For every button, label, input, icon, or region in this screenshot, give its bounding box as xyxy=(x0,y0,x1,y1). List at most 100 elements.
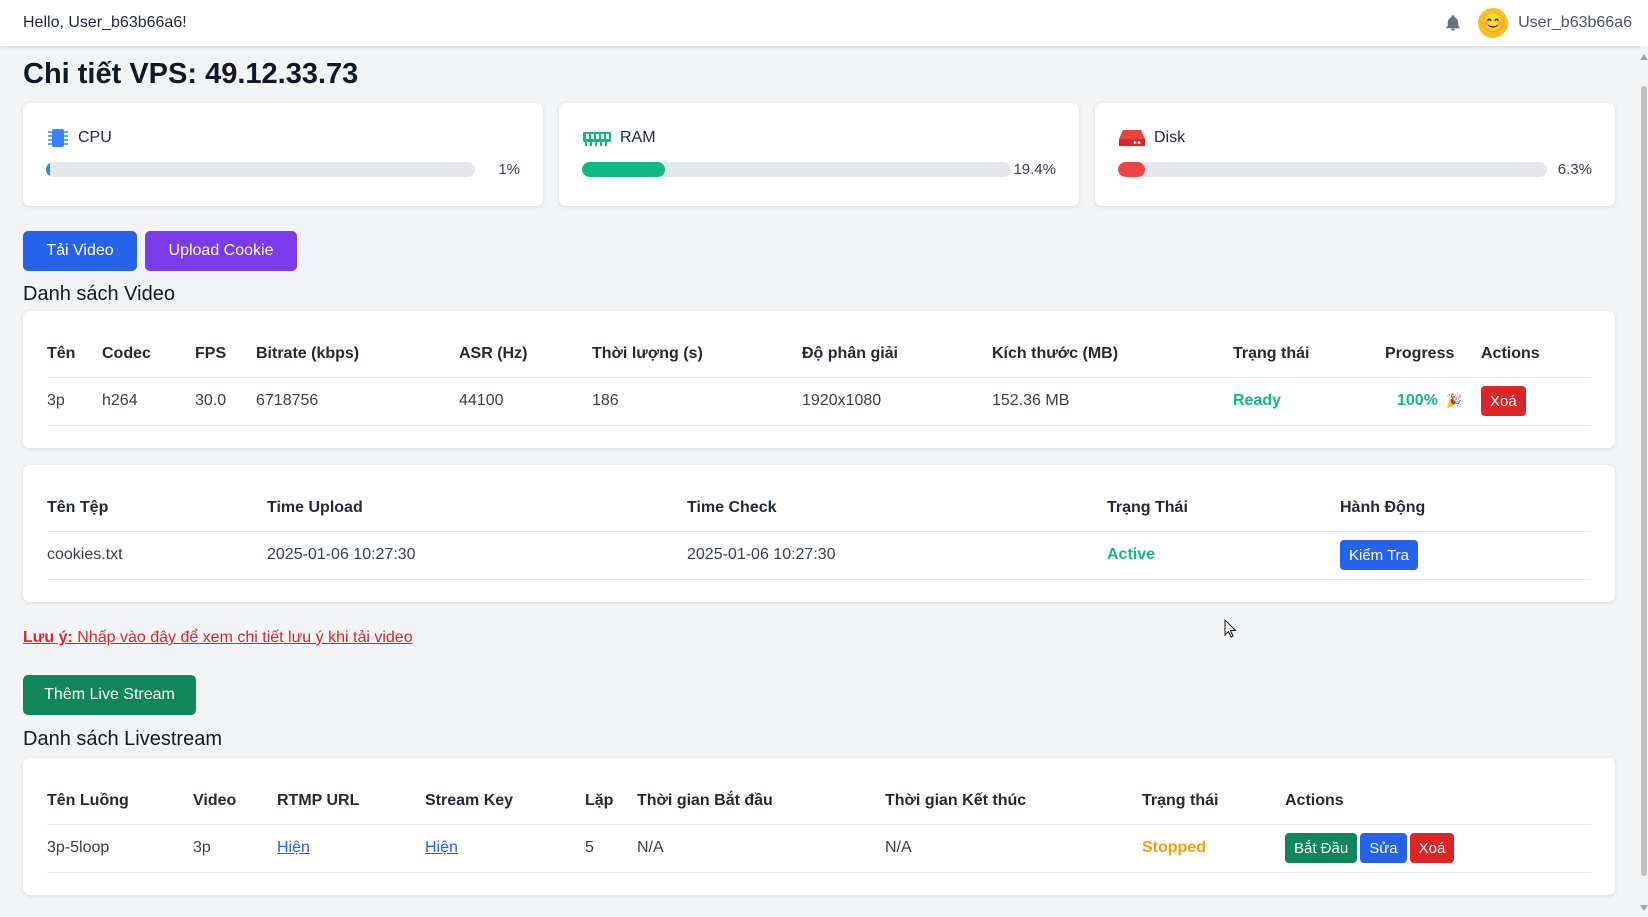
stream-rtmp: Hiện xyxy=(277,824,425,873)
progress-value: 100% xyxy=(1397,392,1438,409)
video-actions: Xoá xyxy=(1481,377,1591,426)
upload-cookie-button[interactable]: Upload Cookie xyxy=(145,231,297,271)
col-stream-video: Video xyxy=(193,779,277,825)
cookie-status-badge: Active xyxy=(1107,531,1340,580)
video-asr: 44100 xyxy=(459,377,592,426)
disk-progress-bar xyxy=(1118,162,1547,177)
stream-actions: Bắt Đầu Sửa Xoá xyxy=(1285,824,1591,873)
top-navbar: Hello, User_b63b66a6! 😊 User_b63b66a6 xyxy=(0,0,1648,46)
ram-progress-bar xyxy=(582,162,1011,177)
video-codec: h264 xyxy=(102,377,195,426)
col-status: Trạng thái xyxy=(1233,332,1385,378)
cookie-actions: Kiểm Tra xyxy=(1340,531,1591,580)
col-cookie-status: Trạng Thái xyxy=(1107,486,1340,532)
cookie-file: cookies.txt xyxy=(47,531,267,580)
stream-key: Hiện xyxy=(425,824,585,873)
note-link[interactable]: Lưu ý: Nhấp vào đây để xem chi tiết lưu … xyxy=(23,629,413,647)
col-name: Tên xyxy=(47,332,102,378)
disk-label: Disk xyxy=(1154,129,1186,146)
col-end-time: Thời gian Kết thúc xyxy=(885,779,1142,825)
download-video-button[interactable]: Tải Video xyxy=(23,231,137,271)
delete-video-button[interactable]: Xoá xyxy=(1481,386,1526,416)
stream-start: N/A xyxy=(637,824,885,873)
video-name: 3p xyxy=(47,377,102,426)
disk-progress-fill xyxy=(1118,162,1146,177)
video-progress: 100% 🎉 xyxy=(1385,377,1481,426)
video-table-header: Tên Codec FPS Bitrate (kbps) ASR (Hz) Th… xyxy=(47,332,1591,378)
col-stream-actions: Actions xyxy=(1285,779,1591,825)
video-list-title: Danh sách Video xyxy=(23,283,175,305)
delete-stream-button[interactable]: Xoá xyxy=(1409,833,1455,863)
stream-end: N/A xyxy=(885,824,1142,873)
col-duration: Thời lượng (s) xyxy=(592,332,802,378)
col-time-upload: Time Upload xyxy=(267,486,687,532)
video-fps: 30.0 xyxy=(195,377,256,426)
cookie-time-check: 2025-01-06 10:27:30 xyxy=(687,531,1107,580)
cpu-progress-fill xyxy=(46,162,51,177)
note-text: Nhấp vào đây để xem chi tiết lưu ý khi t… xyxy=(72,629,413,646)
col-stream-status: Trạng thái xyxy=(1142,779,1285,825)
video-duration: 186 xyxy=(592,377,802,426)
ram-card: RAM 19.4% xyxy=(559,103,1079,206)
cpu-icon xyxy=(48,129,68,147)
col-loop: Lặp xyxy=(585,779,637,825)
page-scrollbar[interactable] xyxy=(1640,46,1648,917)
table-row: cookies.txt 2025-01-06 10:27:30 2025-01-… xyxy=(47,531,1591,580)
ram-label: RAM xyxy=(620,129,656,146)
video-bitrate: 6718756 xyxy=(256,377,459,426)
page-title: Chi tiết VPS: 49.12.33.73 xyxy=(23,58,359,90)
scroll-up-arrow-icon[interactable] xyxy=(1640,54,1648,60)
user-area: 😊 User_b63b66a6 xyxy=(1444,8,1632,38)
video-table: Tên Codec FPS Bitrate (kbps) ASR (Hz) Th… xyxy=(47,332,1591,426)
stream-video: 3p xyxy=(193,824,277,873)
table-row: 3p h264 30.0 6718756 44100 186 1920x1080… xyxy=(47,377,1591,426)
scrollbar-thumb[interactable] xyxy=(1641,86,1647,876)
col-rtmp-url: RTMP URL xyxy=(277,779,425,825)
video-status-badge: Ready xyxy=(1233,377,1385,426)
livestream-table-card: Tên Luồng Video RTMP URL Stream Key Lặp … xyxy=(23,758,1615,895)
username-label[interactable]: User_b63b66a6 xyxy=(1518,14,1632,32)
cpu-card: CPU 1% xyxy=(23,103,543,206)
col-actions: Actions xyxy=(1481,332,1591,378)
livestream-table-header: Tên Luồng Video RTMP URL Stream Key Lặp … xyxy=(47,779,1591,825)
check-cookie-button[interactable]: Kiểm Tra xyxy=(1340,540,1419,570)
greeting-text: Hello, User_b63b66a6! xyxy=(23,14,187,31)
memory-icon xyxy=(583,132,611,146)
add-livestream-button[interactable]: Thêm Live Stream xyxy=(23,675,196,715)
scroll-down-arrow-icon[interactable] xyxy=(1640,905,1648,911)
cpu-progress-bar xyxy=(46,162,475,177)
stream-loop: 5 xyxy=(585,824,637,873)
stream-name: 3p-5loop xyxy=(47,824,193,873)
bell-icon[interactable] xyxy=(1444,14,1462,32)
avatar[interactable]: 😊 xyxy=(1478,8,1509,38)
disk-card: Disk 6.3% xyxy=(1095,103,1615,206)
ram-progress-fill xyxy=(582,162,666,177)
cookie-time-upload: 2025-01-06 10:27:30 xyxy=(267,531,687,580)
col-start-time: Thời gian Bắt đầu xyxy=(637,779,885,825)
ram-value: 19.4% xyxy=(1013,161,1056,178)
cookie-table: Tên Tệp Time Upload Time Check Trạng Thá… xyxy=(47,486,1591,580)
col-codec: Codec xyxy=(102,332,195,378)
col-cookie-action: Hành Động xyxy=(1340,486,1591,532)
col-resolution: Độ phân giải xyxy=(802,332,992,378)
col-size: Kích thước (MB) xyxy=(992,332,1233,378)
stream-status-badge: Stopped xyxy=(1142,824,1285,873)
cookie-table-header: Tên Tệp Time Upload Time Check Trạng Thá… xyxy=(47,486,1591,532)
video-resolution: 1920x1080 xyxy=(802,377,992,426)
col-bitrate: Bitrate (kbps) xyxy=(256,332,459,378)
note-label: Lưu ý: xyxy=(23,629,73,646)
edit-stream-button[interactable]: Sửa xyxy=(1360,833,1407,863)
table-row: 3p-5loop 3p Hiện Hiện 5 N/A N/A Stopped … xyxy=(47,824,1591,873)
col-time-check: Time Check xyxy=(687,486,1107,532)
livestream-table: Tên Luồng Video RTMP URL Stream Key Lặp … xyxy=(47,779,1591,873)
disk-value: 6.3% xyxy=(1557,161,1592,178)
cpu-label: CPU xyxy=(78,129,112,146)
show-key-link[interactable]: Hiện xyxy=(425,839,458,856)
livestream-list-title: Danh sách Livestream xyxy=(23,728,222,750)
col-file-name: Tên Tệp xyxy=(47,486,267,532)
party-popper-icon: 🎉 xyxy=(1446,393,1463,408)
show-rtmp-link[interactable]: Hiện xyxy=(277,839,310,856)
hard-drive-icon xyxy=(1119,130,1145,146)
col-progress: Progress xyxy=(1385,332,1481,378)
start-stream-button[interactable]: Bắt Đầu xyxy=(1285,833,1358,863)
